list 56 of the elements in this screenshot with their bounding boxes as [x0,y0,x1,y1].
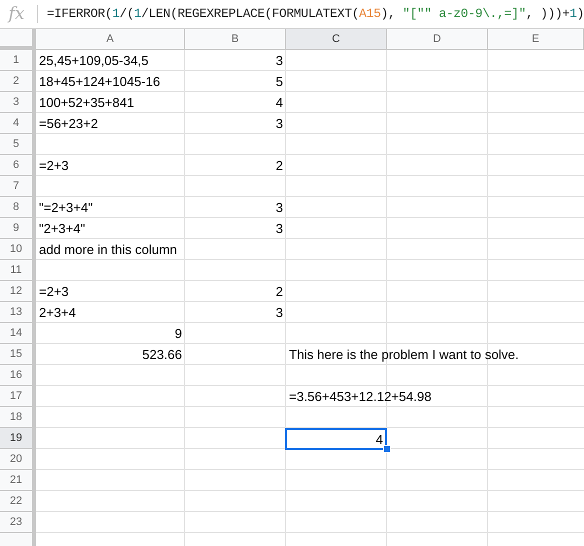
table-cell[interactable]: 2+3+4 [39,305,76,320]
row-header[interactable]: 19 [0,428,36,449]
row-header[interactable]: 6 [0,155,36,176]
row-header[interactable]: 20 [0,449,36,470]
table-cell[interactable]: "=2+3+4" [39,200,93,215]
table-cell[interactable]: add more in this column [39,242,178,257]
table-cell[interactable]: 523.66 [142,347,182,362]
table-cell[interactable]: 3 [276,200,283,215]
column-header[interactable]: B [185,29,286,50]
table-cell[interactable]: 3 [276,221,283,236]
formula-field[interactable]: =IFERROR(1/(1/LEN(REGEXREPLACE(FORMULATEXT(A15), "["" a-z0-9\.,=]", )))+1) [46,7,584,21]
row-header[interactable]: 5 [0,134,36,155]
row-header[interactable]: 10 [0,239,36,260]
table-cell[interactable]: =2+3 [39,158,69,173]
table-cell[interactable]: 2 [276,158,283,173]
table-cell[interactable]: 25,45+109,05-34,5 [39,53,149,68]
row-header[interactable]: 4 [0,113,36,134]
row-header[interactable]: 18 [0,407,36,428]
table-cell[interactable]: 9 [174,326,182,341]
row-header[interactable]: 21 [0,470,36,491]
table-cell[interactable]: 18+45+124+1045-16 [39,74,160,89]
table-cell[interactable]: 3 [276,116,283,131]
table-cell[interactable]: 3 [276,53,283,68]
table-cell[interactable]: 2 [276,284,283,299]
table-cell[interactable]: =56+23+2 [39,116,98,131]
row-header[interactable]: 23 [0,512,36,533]
select-all-corner[interactable] [0,29,36,50]
table-cell[interactable]: =2+3 [39,284,69,299]
row-header[interactable]: 3 [0,92,36,113]
table-cell[interactable]: 5 [276,74,283,89]
table-cell[interactable]: "2+3+4" [39,221,86,236]
row-header[interactable]: 1 [0,50,36,71]
row-header[interactable]: 11 [0,260,36,281]
table-cell[interactable]: 4 [276,95,283,110]
row-header[interactable]: 16 [0,365,36,386]
table-cell[interactable]: 100+52+35+841 [39,95,134,110]
table-cell[interactable]: 3 [276,305,283,320]
table-cell[interactable]: =3.56+453+12.12+54.98 [289,389,432,404]
column-header[interactable]: C [286,29,387,50]
table-cell[interactable]: This here is the problem I want to solve. [289,347,519,362]
fill-handle[interactable] [383,445,391,453]
row-header[interactable]: 13 [0,302,36,323]
row-header[interactable]: 22 [0,491,36,512]
row-header[interactable]: 15 [0,344,36,365]
row-header[interactable]: 2 [0,71,36,92]
row-header[interactable]: 7 [0,176,36,197]
row-header[interactable]: 14 [0,323,36,344]
column-header[interactable]: D [387,29,488,50]
column-header[interactable]: A [36,29,185,50]
row-header[interactable]: 9 [0,218,36,239]
fx-icon: fx [2,4,31,24]
row-header[interactable]: 12 [0,281,36,302]
row-header[interactable]: 17 [0,386,36,407]
column-header[interactable]: E [488,29,584,50]
table-cell[interactable]: 4 [285,428,387,450]
row-header[interactable]: 8 [0,197,36,218]
